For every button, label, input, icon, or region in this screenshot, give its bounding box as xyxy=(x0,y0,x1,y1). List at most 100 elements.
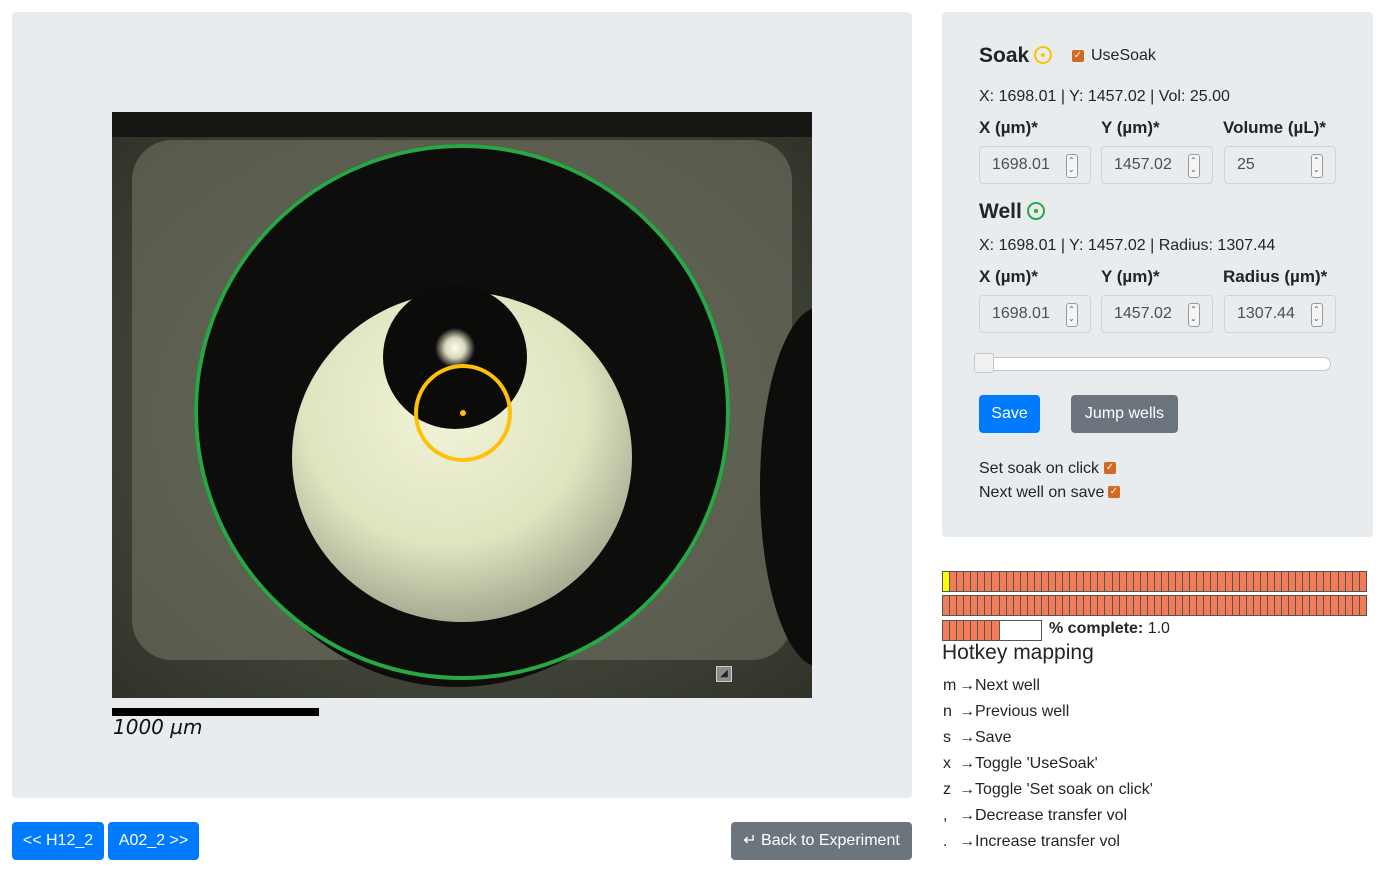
progress-cell[interactable] xyxy=(1070,596,1078,615)
spinner-icon[interactable] xyxy=(1188,154,1200,178)
next-well-on-save-checkbox[interactable]: ✓ xyxy=(1108,486,1120,498)
progress-cell[interactable] xyxy=(1041,596,1049,615)
progress-cell[interactable] xyxy=(1338,596,1346,615)
progress-cell[interactable] xyxy=(992,596,1000,615)
progress-cell[interactable] xyxy=(1183,596,1191,615)
progress-cell[interactable] xyxy=(1204,596,1212,615)
progress-cell[interactable] xyxy=(1176,596,1184,615)
progress-cell[interactable] xyxy=(1239,596,1247,615)
progress-cell[interactable] xyxy=(1027,572,1035,591)
progress-cell[interactable] xyxy=(1232,572,1240,591)
progress-cell[interactable] xyxy=(1218,596,1226,615)
progress-cell[interactable] xyxy=(1070,572,1078,591)
progress-cell[interactable] xyxy=(957,572,965,591)
progress-cell[interactable] xyxy=(1006,572,1014,591)
progress-cell[interactable] xyxy=(1112,596,1120,615)
progress-cell[interactable] xyxy=(1317,572,1325,591)
progress-cell[interactable] xyxy=(1140,572,1148,591)
progress-cell[interactable] xyxy=(950,572,958,591)
progress-cell[interactable] xyxy=(1260,596,1268,615)
spinner-icon[interactable] xyxy=(1188,303,1200,327)
progress-cell[interactable] xyxy=(1324,596,1332,615)
soak-volume-input[interactable]: 25 xyxy=(1224,146,1336,184)
progress-cell[interactable] xyxy=(1289,596,1297,615)
progress-cell[interactable] xyxy=(1027,596,1035,615)
progress-cell[interactable] xyxy=(985,572,993,591)
progress-cell[interactable] xyxy=(978,596,986,615)
progress-cell[interactable] xyxy=(950,596,958,615)
well-slider-track[interactable] xyxy=(978,357,1331,371)
progress-cell[interactable] xyxy=(1338,572,1346,591)
progress-cell[interactable] xyxy=(1126,572,1134,591)
progress-cell[interactable] xyxy=(1239,572,1247,591)
progress-cell[interactable] xyxy=(1211,596,1219,615)
progress-cell[interactable] xyxy=(999,596,1007,615)
soak-x-input[interactable]: 1698.01 xyxy=(979,146,1091,184)
progress-cell[interactable] xyxy=(1331,572,1339,591)
progress-cell[interactable] xyxy=(1324,572,1332,591)
well-image-canvas[interactable] xyxy=(112,112,812,698)
progress-cell[interactable] xyxy=(1331,596,1339,615)
progress-cell[interactable] xyxy=(1260,572,1268,591)
prev-well-button[interactable]: << H12_2 xyxy=(12,822,104,860)
progress-cell[interactable] xyxy=(1204,572,1212,591)
progress-cell[interactable] xyxy=(1310,596,1318,615)
progress-cell[interactable] xyxy=(1296,596,1304,615)
progress-cell[interactable] xyxy=(1140,596,1148,615)
progress-cell[interactable] xyxy=(985,621,993,640)
progress-cell[interactable] xyxy=(1303,572,1311,591)
progress-cell[interactable] xyxy=(999,572,1007,591)
progress-cell[interactable] xyxy=(1034,596,1042,615)
progress-cell[interactable] xyxy=(1041,572,1049,591)
progress-cell[interactable] xyxy=(964,572,972,591)
progress-cell[interactable] xyxy=(1352,572,1360,591)
progress-cell[interactable] xyxy=(1063,572,1071,591)
soak-y-input[interactable]: 1457.02 xyxy=(1101,146,1213,184)
progress-cell[interactable] xyxy=(1274,572,1282,591)
progress-cell[interactable] xyxy=(985,596,993,615)
progress-cell[interactable] xyxy=(957,596,965,615)
progress-cell[interactable] xyxy=(1098,596,1106,615)
progress-cell[interactable] xyxy=(1119,596,1127,615)
progress-cell[interactable] xyxy=(1225,596,1233,615)
progress-cell[interactable] xyxy=(1112,572,1120,591)
jump-wells-button[interactable]: Jump wells xyxy=(1071,395,1178,433)
progress-cell[interactable] xyxy=(1056,596,1064,615)
well-image[interactable]: ◢ xyxy=(112,112,812,698)
progress-cell[interactable] xyxy=(992,621,1000,640)
progress-cell[interactable] xyxy=(1359,572,1367,591)
progress-cell[interactable] xyxy=(1034,572,1042,591)
progress-cell[interactable] xyxy=(1105,572,1113,591)
progress-cell[interactable] xyxy=(1176,572,1184,591)
spinner-icon[interactable] xyxy=(1066,303,1078,327)
progress-cell[interactable] xyxy=(1133,596,1141,615)
well-y-input[interactable]: 1457.02 xyxy=(1101,295,1213,333)
progress-cell[interactable] xyxy=(1119,572,1127,591)
progress-cell[interactable] xyxy=(1296,572,1304,591)
progress-cell[interactable] xyxy=(1282,596,1290,615)
progress-cell[interactable] xyxy=(943,596,951,615)
progress-cell[interactable] xyxy=(1161,572,1169,591)
progress-cell[interactable] xyxy=(1282,572,1290,591)
progress-cell[interactable] xyxy=(1211,572,1219,591)
progress-cell[interactable] xyxy=(1310,572,1318,591)
progress-cell[interactable] xyxy=(1197,596,1205,615)
progress-cell[interactable] xyxy=(943,621,951,640)
well-radius-input[interactable]: 1307.44 xyxy=(1224,295,1336,333)
progress-cell[interactable] xyxy=(1289,572,1297,591)
progress-cell[interactable] xyxy=(1147,572,1155,591)
progress-cell[interactable] xyxy=(1126,596,1134,615)
progress-cell[interactable] xyxy=(1197,572,1205,591)
progress-cell[interactable] xyxy=(1345,596,1353,615)
set-soak-on-click-checkbox[interactable]: ✓ xyxy=(1104,462,1116,474)
progress-cell[interactable] xyxy=(1084,596,1092,615)
progress-cell[interactable] xyxy=(1154,572,1162,591)
progress-cell[interactable] xyxy=(1161,596,1169,615)
progress-cell[interactable] xyxy=(1154,596,1162,615)
progress-cell[interactable] xyxy=(1098,572,1106,591)
spinner-icon[interactable] xyxy=(1066,154,1078,178)
progress-cell[interactable] xyxy=(1246,596,1254,615)
progress-cell[interactable] xyxy=(1253,572,1261,591)
progress-cell[interactable] xyxy=(1345,572,1353,591)
progress-cell[interactable] xyxy=(1013,596,1021,615)
